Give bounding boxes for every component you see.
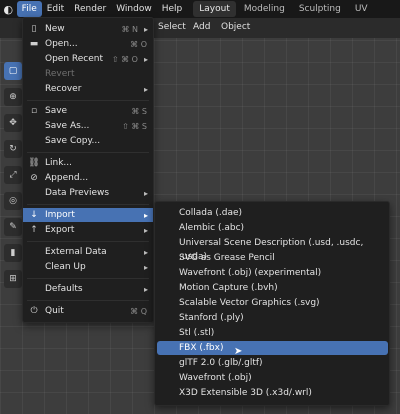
import-obj[interactable]: Wavefront (.obj) xyxy=(157,371,388,385)
chevron-right-icon: ▸ xyxy=(143,210,148,220)
menu-item-save-copy[interactable]: Save Copy... xyxy=(23,134,153,148)
chevron-right-icon: ▸ xyxy=(143,54,148,64)
tab-uv-editing[interactable]: UV Editing xyxy=(349,1,400,30)
tab-layout[interactable]: Layout xyxy=(193,1,236,17)
quit-icon: ⏻ xyxy=(30,306,38,316)
import-submenu: Collada (.dae) Alembic (.abc) Universal … xyxy=(154,201,390,406)
import-collada[interactable]: Collada (.dae) xyxy=(157,206,388,220)
folder-icon: ▬ xyxy=(29,39,39,49)
import-ply[interactable]: Stanford (.ply) xyxy=(157,311,388,325)
menu-item-data-previews[interactable]: Data Previews ▸ xyxy=(23,186,153,200)
import-fbx[interactable]: FBX (.fbx) xyxy=(157,341,388,355)
menu-item-clean-up[interactable]: Clean Up ▸ xyxy=(23,260,153,274)
select-box-tool-icon[interactable]: ▢ xyxy=(4,62,22,80)
save-icon: ▫ xyxy=(30,106,38,116)
menu-divider xyxy=(27,278,149,279)
menu-file[interactable]: File xyxy=(16,1,42,17)
menu-item-append[interactable]: ⊘ Append... xyxy=(23,171,153,185)
tab-modeling[interactable]: Modeling xyxy=(238,1,291,17)
export-icon: ↑ xyxy=(30,225,38,235)
import-svg[interactable]: Scalable Vector Graphics (.svg) xyxy=(157,296,388,310)
menu-item-revert: Revert xyxy=(45,69,75,79)
import-usd[interactable]: Universal Scene Description (.usd, .usdc… xyxy=(157,236,388,262)
menu-item-quit[interactable]: ⏻ Quit ⌘ Q xyxy=(23,304,153,318)
menu-item-open[interactable]: ▬ Open... ⌘ O xyxy=(23,37,153,51)
menu-item-new[interactable]: ▯ New ⌘ N ▸ xyxy=(23,22,153,36)
menu-item-link[interactable]: ⛓ Link... xyxy=(23,156,153,170)
chevron-right-icon: ▸ xyxy=(143,225,148,235)
add-cube-tool-icon[interactable]: ⊞ xyxy=(4,270,22,288)
import-bvh[interactable]: Motion Capture (.bvh) xyxy=(157,281,388,295)
cursor-tool-icon[interactable]: ⊕ xyxy=(4,88,22,106)
link-icon: ⛓ xyxy=(28,158,40,168)
chevron-right-icon: ▸ xyxy=(143,284,148,294)
blender-logo-icon[interactable]: ◐ xyxy=(0,0,17,18)
menu-item-defaults[interactable]: Defaults ▸ xyxy=(23,282,153,296)
menu-divider xyxy=(27,152,149,153)
measure-tool-icon[interactable]: ▮ xyxy=(4,244,22,262)
menu-item-export[interactable]: ↑ Export ▸ xyxy=(23,223,153,237)
chevron-right-icon: ▸ xyxy=(143,24,148,34)
scale-tool-icon[interactable]: ⤢ xyxy=(4,166,22,184)
menu-item-save[interactable]: ▫ Save ⌘ S xyxy=(23,104,153,118)
chevron-right-icon: ▸ xyxy=(143,84,148,94)
import-obj-experimental[interactable]: Wavefront (.obj) (experimental) xyxy=(157,266,388,280)
import-icon: ↓ xyxy=(30,210,38,220)
import-alembic[interactable]: Alembic (.abc) xyxy=(157,221,388,235)
menu-divider xyxy=(27,300,149,301)
tool-shelf: ▢ ⊕ ✥ ↻ ⤢ ◎ ✎ ▮ ⊞ xyxy=(4,62,22,296)
menu-item-import[interactable]: ↓ Import ▸ xyxy=(23,208,153,222)
import-svg-grease-pencil[interactable]: SVG as Grease Pencil xyxy=(157,251,388,265)
menu-help[interactable]: Help xyxy=(157,1,188,17)
chevron-right-icon: ▸ xyxy=(143,188,148,198)
move-tool-icon[interactable]: ✥ xyxy=(4,114,22,132)
chevron-right-icon: ▸ xyxy=(143,247,148,257)
menu-render[interactable]: Render xyxy=(69,1,111,17)
mouse-pointer-icon: ➤ xyxy=(234,346,243,357)
import-x3d[interactable]: X3D Extensible 3D (.x3d/.wrl) xyxy=(157,386,388,400)
chevron-right-icon: ▸ xyxy=(143,262,148,272)
top-bar: ◐ File Edit Render Window Help Layout Mo… xyxy=(0,0,400,30)
tab-sculpting[interactable]: Sculpting xyxy=(293,1,347,17)
menu-divider xyxy=(27,204,149,205)
rotate-tool-icon[interactable]: ↻ xyxy=(4,140,22,158)
header-select[interactable]: Select xyxy=(158,22,186,32)
menu-item-recover[interactable]: Recover ▸ xyxy=(23,82,153,96)
transform-tool-icon[interactable]: ◎ xyxy=(4,192,22,210)
import-gltf[interactable]: glTF 2.0 (.glb/.gltf) xyxy=(157,356,388,370)
header-add[interactable]: Add xyxy=(193,22,210,32)
menu-item-external-data[interactable]: External Data ▸ xyxy=(23,245,153,259)
menu-window[interactable]: Window xyxy=(111,1,157,17)
header-object[interactable]: Object xyxy=(221,22,250,32)
menu-edit[interactable]: Edit xyxy=(42,1,69,17)
import-stl[interactable]: Stl (.stl) xyxy=(157,326,388,340)
menu-item-save-as[interactable]: Save As... ⇧ ⌘ S xyxy=(23,119,153,133)
annotate-tool-icon[interactable]: ✎ xyxy=(4,218,22,236)
menu-divider xyxy=(27,241,149,242)
menu-item-open-recent[interactable]: Open Recent ⇧ ⌘ O ▸ xyxy=(23,52,153,66)
file-menu: ▯ New ⌘ N ▸ ▬ Open... ⌘ O Open Recent ⇧ … xyxy=(22,17,154,323)
new-file-icon: ▯ xyxy=(31,24,37,34)
menu-divider xyxy=(27,100,149,101)
append-icon: ⊘ xyxy=(30,173,38,183)
